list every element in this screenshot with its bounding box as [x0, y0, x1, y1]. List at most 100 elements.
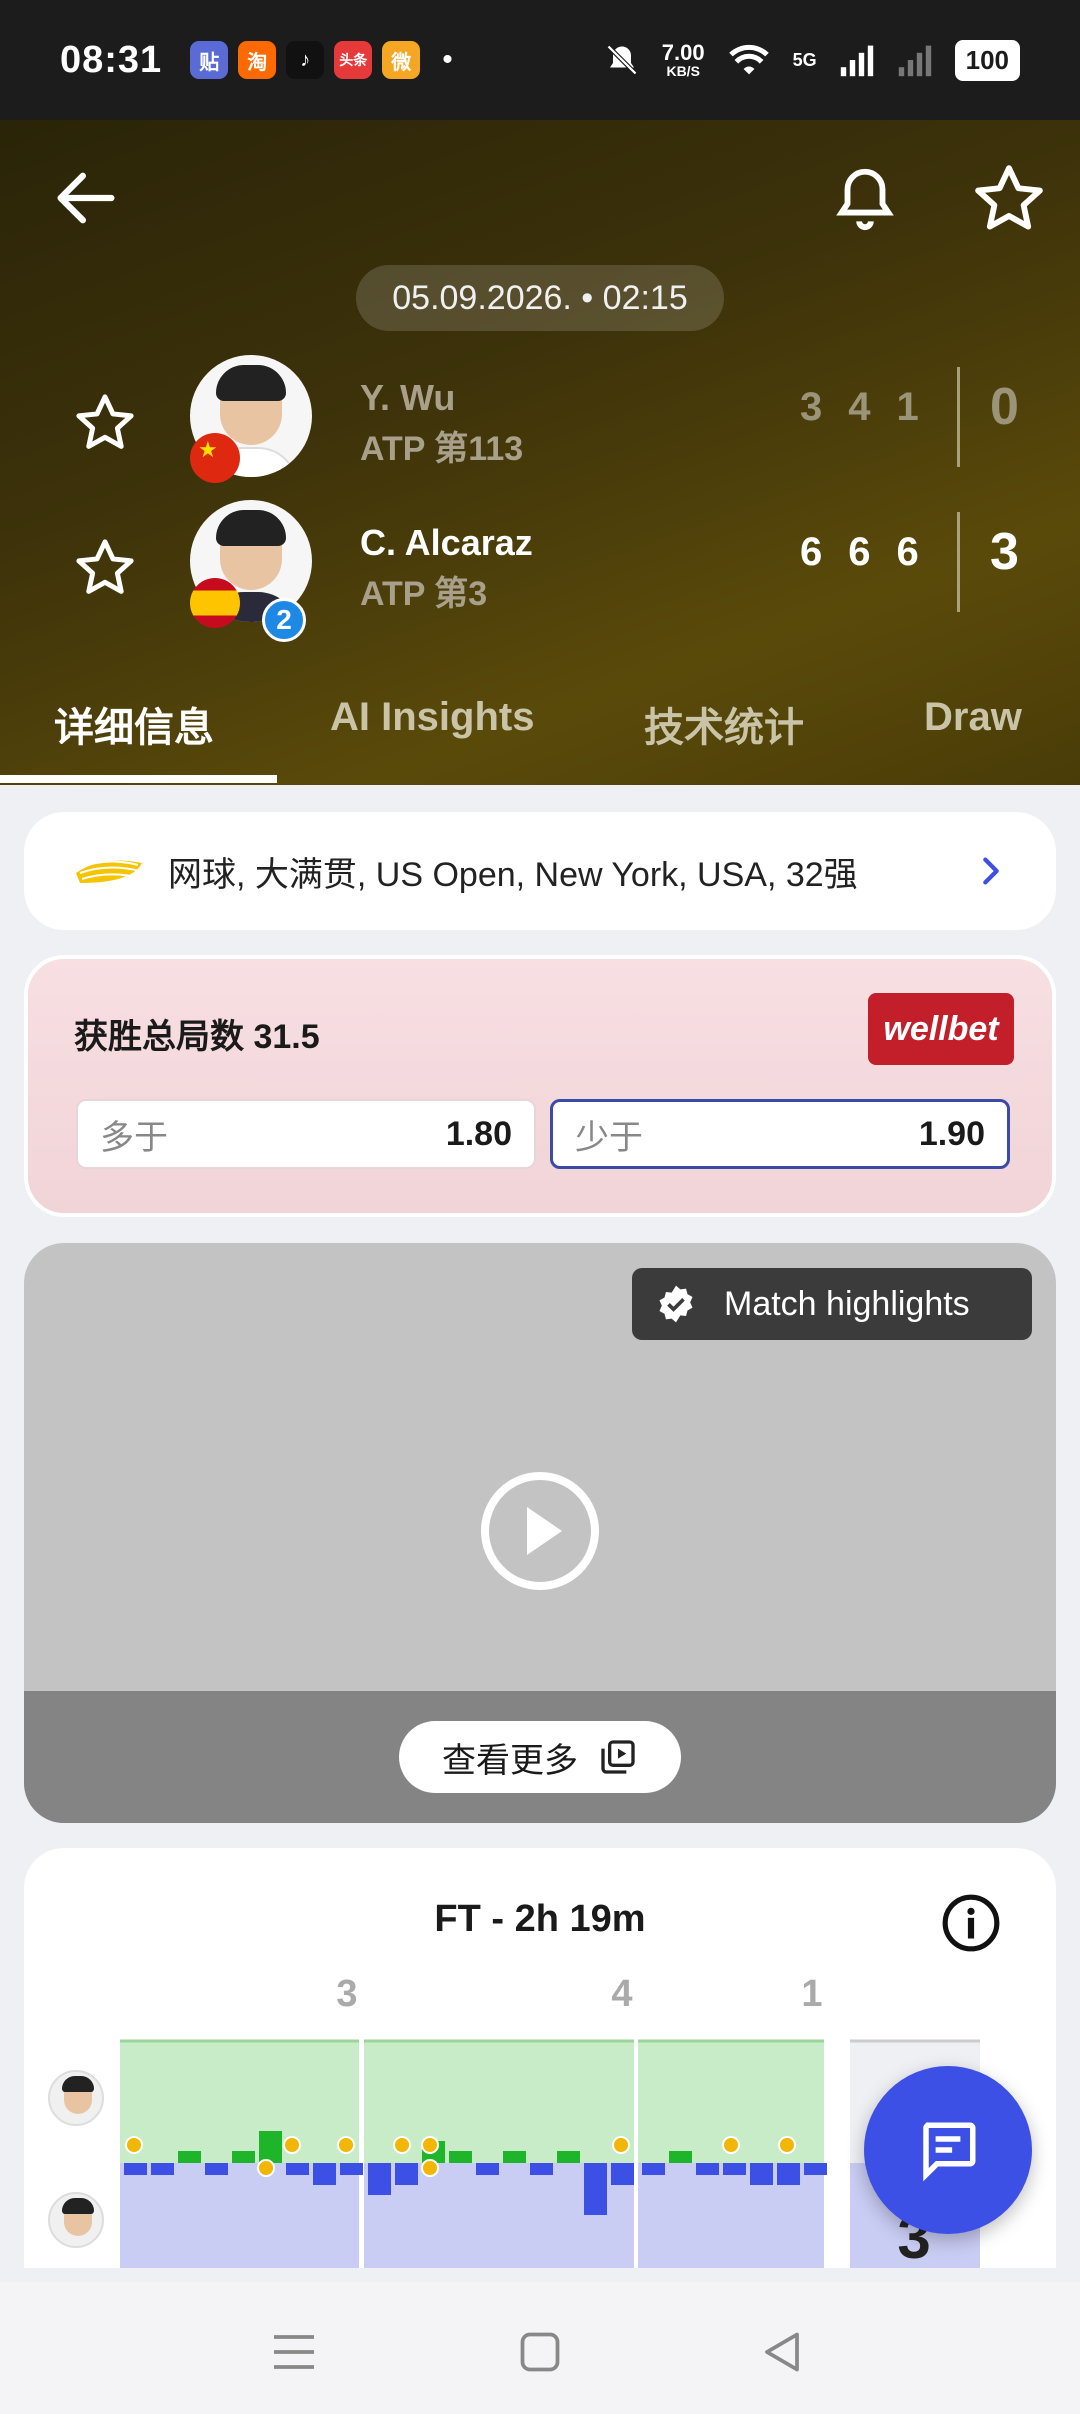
- momentum-bar: [313, 2163, 336, 2185]
- serve-ball-icon: [778, 2136, 796, 2154]
- set-scores: 6 6 6: [800, 530, 919, 575]
- match-header: 05.09.2026. • 02:15 Y. Wu ATP 第113 3 4 1…: [0, 120, 1080, 785]
- status-time: 08:31: [60, 38, 163, 81]
- serve-ball-icon: [337, 2136, 355, 2154]
- back-arrow-icon[interactable]: [48, 160, 124, 236]
- set-label: 3: [336, 1973, 357, 2015]
- system-nav-bar: [0, 2282, 1080, 2414]
- chat-icon: [923, 2122, 976, 2182]
- favorite-star-icon[interactable]: [970, 160, 1048, 238]
- momentum-bar: [259, 2131, 282, 2163]
- momentum-panel-top: [120, 2041, 359, 2163]
- tab-ai-insights[interactable]: AI Insights: [330, 695, 534, 740]
- network-type: 5G: [792, 49, 817, 70]
- serve-ball-icon: [257, 2159, 275, 2177]
- sets-won: 3: [990, 523, 1019, 581]
- player-favorite-star-icon[interactable]: [72, 535, 138, 601]
- tab-bar: 详细信息 AI Insights 技术统计 Draw: [0, 665, 1080, 785]
- match-highlights-button[interactable]: Match highlights: [632, 1268, 1032, 1340]
- set-scores: 3 4 1: [800, 385, 919, 430]
- serve-ball-icon: [393, 2136, 411, 2154]
- score-divider: [957, 512, 960, 612]
- odds-over-label: 多于: [100, 1118, 168, 1157]
- momentum-bar: [669, 2151, 692, 2163]
- home-square-icon[interactable]: [510, 2322, 570, 2382]
- score-divider: [957, 367, 960, 467]
- serve-ball-icon: [283, 2136, 301, 2154]
- mute-bell-icon: [606, 44, 637, 76]
- momentum-bar: [777, 2163, 800, 2185]
- taobao-app-icon: 淘: [238, 41, 277, 79]
- set-score: 6: [848, 530, 871, 574]
- match-highlights-label: Match highlights: [724, 1284, 970, 1323]
- tab-details[interactable]: 详细信息: [54, 695, 214, 753]
- net-speed-unit: KB/S: [666, 63, 700, 79]
- serve-ball-icon: [421, 2159, 439, 2177]
- momentum-bar: [286, 2163, 309, 2175]
- odds-under-label: 少于: [575, 1118, 643, 1157]
- momentum-bar: [205, 2163, 228, 2175]
- video-highlights-card[interactable]: Match highlights 查看更多: [24, 1243, 1056, 1823]
- odds-under-value: 1.90: [918, 1114, 985, 1153]
- momentum-bar: [557, 2151, 580, 2163]
- momentum-bar: [476, 2163, 499, 2175]
- player-rank: ATP 第113: [360, 430, 524, 468]
- bell-icon[interactable]: [830, 160, 900, 236]
- weibo-app-icon: 微: [382, 41, 421, 79]
- momentum-bar: [723, 2163, 746, 2175]
- tab-draw[interactable]: Draw: [924, 695, 1022, 740]
- menu-icon[interactable]: [264, 2322, 324, 2382]
- set-label: 4: [611, 1973, 632, 2015]
- set-score: 6: [896, 530, 919, 574]
- seed-badge: 2: [262, 598, 306, 642]
- back-triangle-icon[interactable]: [752, 2322, 812, 2382]
- tab-statistics[interactable]: 技术统计: [644, 695, 804, 753]
- video-library-icon: [601, 1740, 635, 1774]
- status-right: 7.00 KB/S 5G 100: [604, 39, 1020, 81]
- tournament-link[interactable]: 网球, 大满贯, US Open, New York, USA, 32强: [24, 812, 1056, 930]
- set-score: 4: [848, 385, 871, 429]
- verified-badge-icon: [659, 1285, 693, 1323]
- tournament-text: 网球, 大满贯, US Open, New York, USA, 32强: [168, 855, 858, 894]
- spain-flag-icon: [190, 578, 240, 628]
- net-speed: 7.00 KB/S: [662, 42, 705, 79]
- momentum-bar: [178, 2151, 201, 2163]
- player-row-wu[interactable]: Y. Wu ATP 第113 3 4 1 0: [0, 355, 1080, 485]
- momentum-bar: [340, 2163, 363, 2175]
- momentum-bar: [151, 2163, 174, 2175]
- battery-indicator: 100: [954, 39, 1020, 81]
- match-datetime: 05.09.2026. • 02:15: [356, 265, 724, 331]
- set-score: 3: [800, 385, 823, 429]
- serve-ball-icon: [421, 2136, 439, 2154]
- player-rank: ATP 第3: [360, 575, 488, 613]
- odds-title: 获胜总局数 31.5: [74, 1018, 320, 1056]
- momentum-bar: [804, 2163, 827, 2175]
- chevron-right-icon: [983, 857, 999, 885]
- odds-card: 获胜总局数 31.5 wellbet 多于 1.80 少于 1.90: [24, 955, 1056, 1217]
- chat-button[interactable]: [864, 2066, 1032, 2234]
- signal-2-icon: [898, 45, 931, 77]
- active-tab-indicator: [0, 775, 277, 783]
- momentum-bar: [642, 2163, 665, 2175]
- momentum-bar: [449, 2151, 472, 2163]
- view-more-button[interactable]: 查看更多: [399, 1721, 681, 1793]
- momentum-bar: [232, 2151, 255, 2163]
- serve-ball-icon: [722, 2136, 740, 2154]
- sets-won: 0: [990, 378, 1019, 436]
- play-icon[interactable]: [480, 1471, 600, 1591]
- odds-over-value: 1.80: [445, 1114, 512, 1153]
- notification-app-icon: 贴: [190, 41, 229, 79]
- momentum-bar: [530, 2163, 553, 2175]
- momentum-bar: [750, 2163, 773, 2185]
- wellbet-logo[interactable]: wellbet: [868, 993, 1014, 1065]
- odds-under-button[interactable]: 少于 1.90: [550, 1099, 1010, 1169]
- momentum-bar: [584, 2163, 607, 2215]
- player-row-alcaraz[interactable]: 2 C. Alcaraz ATP 第3 6 6 6 3: [0, 500, 1080, 642]
- odds-over-button[interactable]: 多于 1.80: [76, 1099, 536, 1169]
- set-score: 6: [800, 530, 823, 574]
- view-more-label: 查看更多: [442, 1741, 578, 1780]
- momentum-bar: [611, 2163, 634, 2185]
- player-favorite-star-icon[interactable]: [72, 390, 138, 456]
- player-2-mini-avatar: [48, 2192, 104, 2248]
- status-app-icons: 贴 淘 ♪ 头条 微 •: [190, 41, 453, 79]
